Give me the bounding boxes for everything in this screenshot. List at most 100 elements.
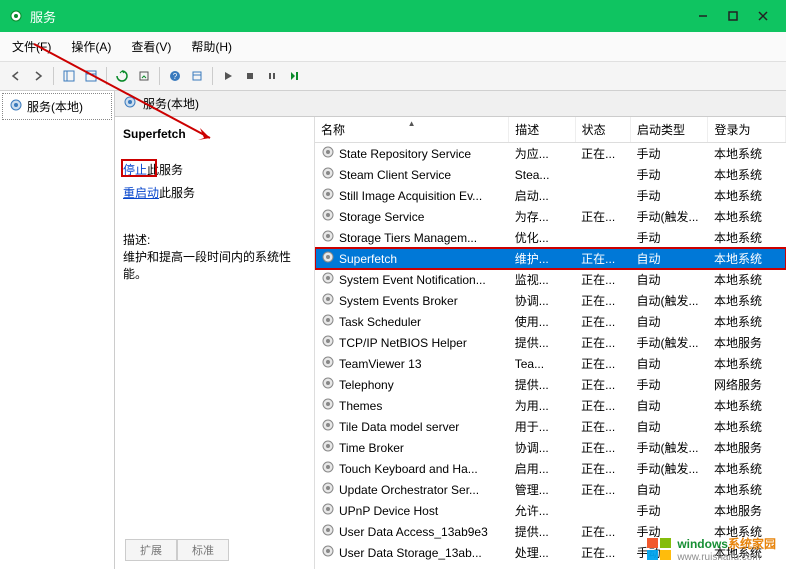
table-row[interactable]: Time Broker协调...正在...手动(触发...本地服务: [315, 437, 786, 458]
gear-icon: [321, 229, 335, 246]
restart-service-link[interactable]: 重启动: [123, 186, 159, 200]
start-service-button[interactable]: [218, 66, 238, 86]
service-name: System Events Broker: [339, 294, 458, 308]
gear-icon: [321, 481, 335, 498]
tab-standard[interactable]: 标准: [177, 540, 229, 561]
tab-extended[interactable]: 扩展: [125, 540, 177, 561]
restart-suffix: 此服务: [159, 186, 195, 200]
table-row[interactable]: Touch Keyboard and Ha...启用...正在...手动(触发.…: [315, 458, 786, 479]
table-row[interactable]: System Event Notification... 监视...正在...自动…: [315, 269, 786, 290]
table-row[interactable]: Still Image Acquisition Ev...启动...手动本地系统: [315, 185, 786, 206]
services-table[interactable]: ▲名称 描述 状态 启动类型 登录为 State Repository Serv…: [315, 117, 786, 563]
menu-view[interactable]: 查看(V): [127, 36, 175, 57]
table-row[interactable]: TCP/IP NetBIOS Helper提供...正在...手动(触发...本…: [315, 332, 786, 353]
nav-item-services-local[interactable]: 服务(本地): [2, 93, 112, 120]
stop-service-button[interactable]: [240, 66, 260, 86]
table-row[interactable]: System Events Broker协调...正在...自动(触发...本地…: [315, 290, 786, 311]
service-logon: 本地系统: [708, 353, 786, 374]
table-row[interactable]: Steam Client ServiceStea...手动本地系统: [315, 164, 786, 185]
col-startup[interactable]: 启动类型: [631, 117, 708, 143]
table-row[interactable]: Telephony提供...正在...手动网络服务: [315, 374, 786, 395]
service-logon: 网络服务: [708, 374, 786, 395]
table-row[interactable]: UPnP Device Host允许...手动本地服务: [315, 500, 786, 521]
table-row[interactable]: State Repository Service为应...正在...手动本地系统: [315, 143, 786, 165]
service-desc: 提供...: [509, 374, 575, 395]
svg-text:?: ?: [173, 72, 178, 81]
service-name: Superfetch: [339, 252, 397, 266]
service-logon: 本地系统: [708, 395, 786, 416]
service-status: [575, 500, 630, 521]
service-status: [575, 227, 630, 248]
gear-icon: [9, 98, 23, 115]
service-startup: 自动: [631, 311, 708, 332]
gear-icon: [321, 145, 335, 162]
close-button[interactable]: [748, 4, 778, 28]
selected-service-name: Superfetch: [123, 127, 306, 141]
stop-service-link[interactable]: 停止: [123, 163, 147, 177]
col-status[interactable]: 状态: [575, 117, 630, 143]
service-name: TeamViewer 13: [339, 357, 422, 371]
table-row[interactable]: Update Orchestrator Ser...管理...正在...自动本地…: [315, 479, 786, 500]
menu-help[interactable]: 帮助(H): [187, 36, 236, 57]
watermark: windows系统家园 www.ruishaifu.com: [645, 535, 776, 563]
minimize-button[interactable]: [688, 4, 718, 28]
service-logon: 本地系统: [708, 248, 786, 269]
properties-button[interactable]: [187, 66, 207, 86]
service-name: UPnP Device Host: [339, 504, 438, 518]
gear-icon: [321, 250, 335, 267]
gear-icon: [321, 292, 335, 309]
gear-icon: [321, 313, 335, 330]
service-desc: 提供...: [509, 332, 575, 353]
service-desc: 为用...: [509, 395, 575, 416]
restart-service-button[interactable]: [284, 66, 304, 86]
help-button[interactable]: ?: [165, 66, 185, 86]
gear-icon: [321, 544, 335, 561]
service-status: 正在...: [575, 479, 630, 500]
watermark-text-a: windows: [677, 537, 728, 551]
forward-button[interactable]: [28, 66, 48, 86]
service-desc: 启用...: [509, 458, 575, 479]
service-logon: 本地系统: [708, 164, 786, 185]
service-status: 正在...: [575, 290, 630, 311]
menu-action[interactable]: 操作(A): [67, 36, 115, 57]
service-name: Storage Tiers Managem...: [339, 231, 477, 245]
table-row[interactable]: Storage Tiers Managem...优化...手动本地系统: [315, 227, 786, 248]
service-startup: 自动: [631, 416, 708, 437]
service-desc: 管理...: [509, 479, 575, 500]
table-row[interactable]: TeamViewer 13Tea...正在...自动本地系统: [315, 353, 786, 374]
service-name: User Data Storage_13ab...: [339, 546, 482, 560]
service-desc: 监视...: [509, 269, 575, 290]
table-row[interactable]: Themes为用...正在...自动本地系统: [315, 395, 786, 416]
maximize-button[interactable]: [718, 4, 748, 28]
back-button[interactable]: [6, 66, 26, 86]
refresh-button[interactable]: [112, 66, 132, 86]
gear-icon: [321, 376, 335, 393]
service-logon: 本地系统: [708, 290, 786, 311]
pause-service-button[interactable]: [262, 66, 282, 86]
service-startup: 手动: [631, 227, 708, 248]
menu-file[interactable]: 文件(F): [8, 36, 55, 57]
col-name[interactable]: ▲名称: [315, 117, 509, 143]
service-name: System Event Notification...: [339, 273, 486, 287]
show-hide-tree-button[interactable]: [59, 66, 79, 86]
service-logon: 本地服务: [708, 332, 786, 353]
table-row[interactable]: Task Scheduler使用...正在...自动本地系统: [315, 311, 786, 332]
col-logon[interactable]: 登录为: [708, 117, 786, 143]
col-description[interactable]: 描述: [509, 117, 575, 143]
table-row[interactable]: Tile Data model server用于...正在...自动本地系统: [315, 416, 786, 437]
gear-icon: [321, 418, 335, 435]
service-startup: 自动: [631, 269, 708, 290]
service-desc: 维护...: [509, 248, 575, 269]
description-text: 维护和提高一段时间内的系统性能。: [123, 248, 306, 282]
table-row[interactable]: Storage Service为存...正在...手动(触发...本地系统: [315, 206, 786, 227]
content-panel: 服务(本地) Superfetch 停止此服务 重启动此服务 描述: 维护和提高…: [115, 91, 786, 569]
service-status: 正在...: [575, 269, 630, 290]
description-label: 描述:: [123, 231, 306, 248]
table-row[interactable]: Superfetch维护...正在...自动本地系统: [315, 248, 786, 269]
content-body: Superfetch 停止此服务 重启动此服务 描述: 维护和提高一段时间内的系…: [115, 117, 786, 569]
export-button[interactable]: [81, 66, 101, 86]
service-status: 正在...: [575, 248, 630, 269]
service-startup: 手动: [631, 143, 708, 165]
export-list-button[interactable]: [134, 66, 154, 86]
service-desc: Stea...: [509, 164, 575, 185]
